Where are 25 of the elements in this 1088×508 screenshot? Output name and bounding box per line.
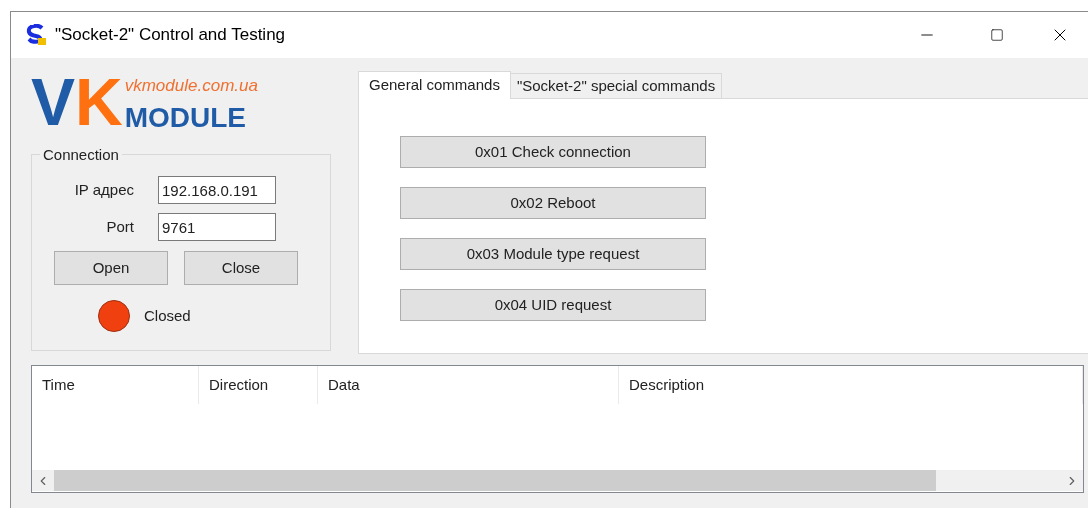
text-field[interactable]: 9761	[158, 213, 276, 241]
tab[interactable]: General commands	[358, 71, 511, 99]
column-header[interactable]: Description	[619, 366, 1083, 404]
column-header[interactable]: Time	[32, 366, 199, 404]
command-button[interactable]: 0x02 Reboot	[400, 187, 706, 219]
maximize-icon[interactable]	[990, 28, 1004, 42]
connection-button[interactable]: Close	[184, 251, 298, 285]
app-icon	[25, 24, 47, 46]
text-field[interactable]: 192.168.0.191	[158, 176, 276, 204]
column-header[interactable]: Direction	[199, 366, 318, 404]
status-text: Closed	[144, 305, 191, 326]
field-label: IP адрес	[73, 179, 135, 200]
column-header[interactable]: Data	[318, 366, 619, 404]
horizontal-scrollbar[interactable]	[32, 470, 1083, 491]
command-button[interactable]: 0x03 Module type request	[400, 238, 706, 270]
command-button[interactable]: 0x04 UID request	[400, 289, 706, 321]
scrollbar-thumb[interactable]	[54, 470, 936, 491]
logo-url: vkmodule.com.ua	[124, 76, 259, 96]
window-title: "Socket-2" Control and Testing	[55, 24, 286, 47]
field-label: Port	[105, 216, 135, 237]
tab[interactable]: "Socket-2" special commands	[510, 73, 723, 98]
logo-mark: VK	[31, 70, 123, 134]
command-button[interactable]: 0x01 Check connection	[400, 136, 706, 168]
logo-word: MODULE	[124, 102, 247, 134]
connection-button[interactable]: Open	[54, 251, 168, 285]
